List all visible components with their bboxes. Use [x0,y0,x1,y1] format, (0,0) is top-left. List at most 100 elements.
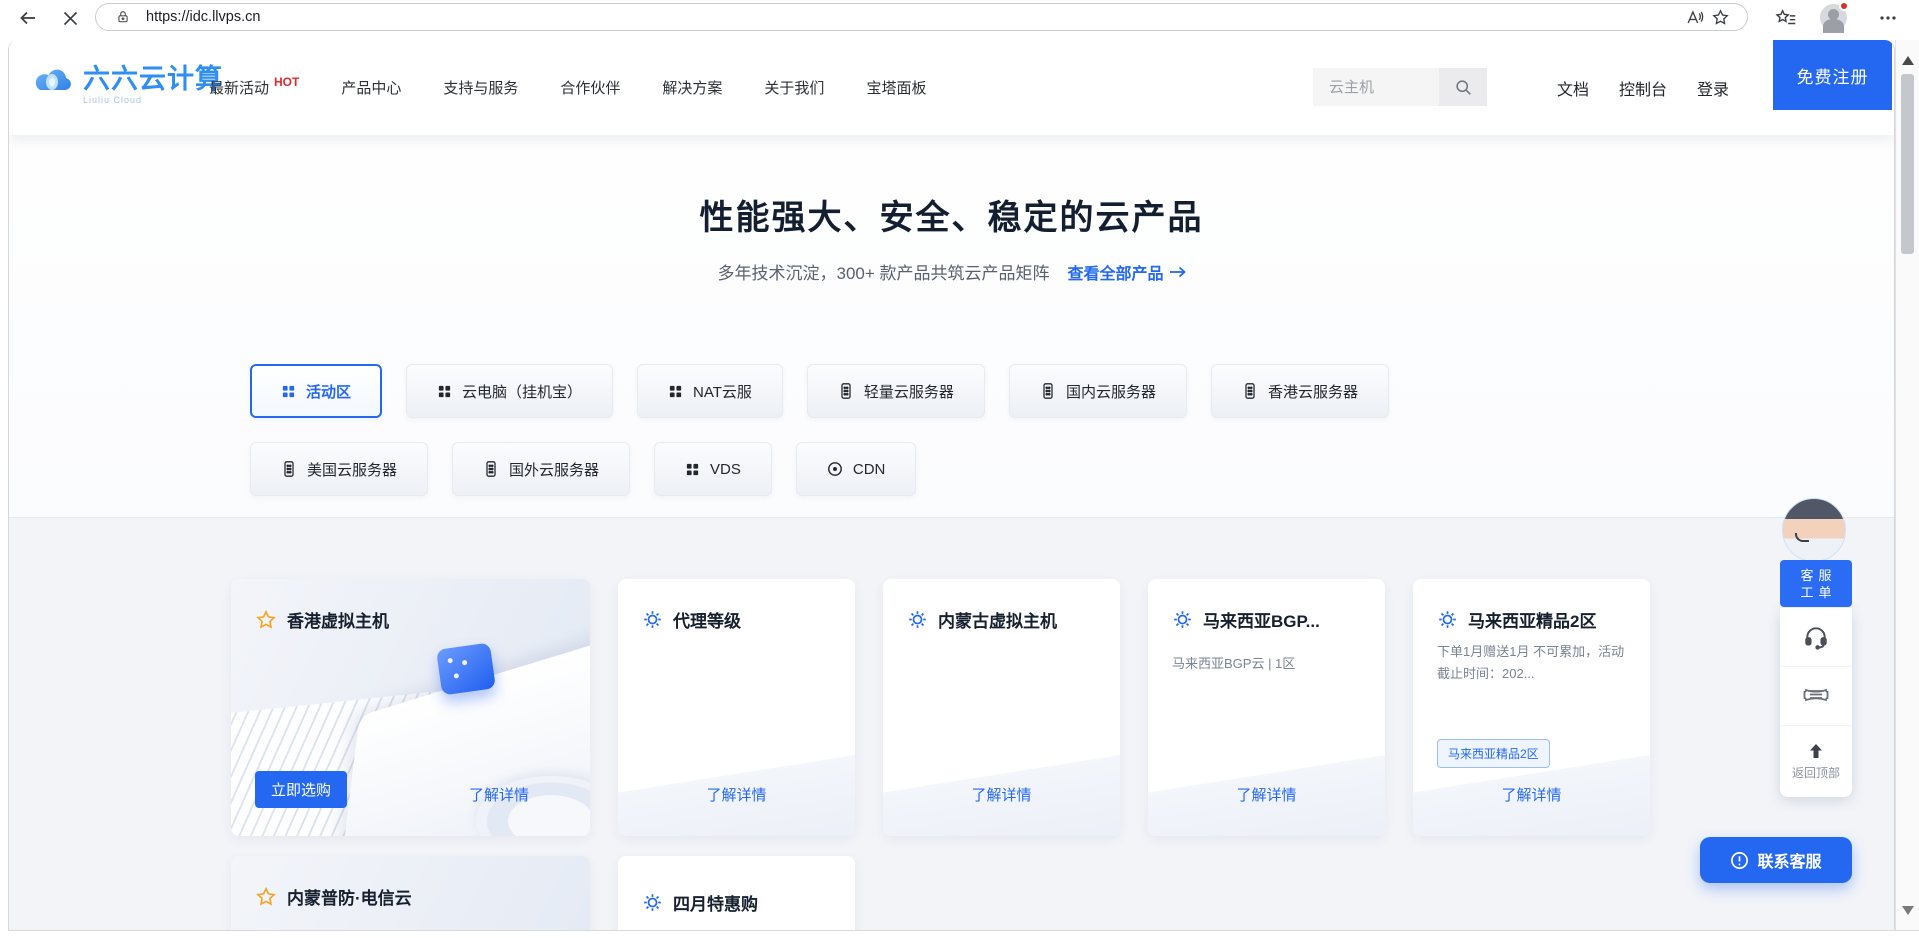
product-card-malaysia-bgp[interactable]: 马来西亚BGP... 马来西亚BGP云 | 1区 了解详情 [1148,579,1385,836]
tab-vds[interactable]: VDS [654,442,772,496]
lock-icon[interactable] [110,4,136,30]
read-aloud-icon[interactable] [1681,4,1707,30]
product-card-april-sale[interactable]: 四月特惠购 [618,856,855,930]
gear-icon [907,609,928,630]
search-button[interactable] [1439,68,1487,106]
headset-icon [1803,624,1829,650]
product-card-neimenggu-virtual-host[interactable]: 内蒙古虚拟主机 了解详情 [883,579,1120,836]
notification-dot [1839,1,1849,11]
details-link[interactable]: 了解详情 [618,784,855,805]
scroll-down-arrow[interactable] [1896,900,1919,920]
card-title: 代理等级 [673,607,741,632]
hero-section: 性能强大、安全、稳定的云产品 多年技术沉淀，300+ 款产品共筑云产品矩阵 查看… [9,135,1894,517]
site-logo[interactable]: 六六云计算 Liuliu Cloud [33,64,223,105]
search-input[interactable] [1313,68,1439,106]
tab-cloud-pc[interactable]: 云电脑（挂机宝） [406,364,613,418]
tag-line-1: 客服 [1795,567,1836,584]
nav-item-products[interactable]: 产品中心 [341,77,401,98]
card-title: 马来西亚BGP... [1203,607,1320,632]
info-circle-icon [1730,851,1749,870]
product-card-malaysia-premium2[interactable]: 马来西亚精品2区 下单1月赠送1月 不可累加，活动截止时间：202... 马来西… [1413,579,1650,836]
nav-item-support[interactable]: 支持与服务 [443,77,518,98]
search-icon [1455,79,1472,96]
product-card-hk-virtual-host[interactable]: 香港虚拟主机 立即选购 了解详情 [231,579,590,836]
support-agent-avatar[interactable] [1782,498,1846,562]
header-quick-links: 文档 控制台 登录 [1557,40,1729,135]
view-all-products-link[interactable]: 查看全部产品 [1068,260,1186,284]
tab-overseas-cloud-server[interactable]: 国外云服务器 [452,442,630,496]
up-arrow-icon [1808,743,1824,759]
details-link[interactable]: 了解详情 [1148,784,1385,805]
card-title: 马来西亚精品2区 [1468,607,1596,632]
back-to-top-button[interactable]: 返回顶部 [1780,726,1852,797]
gear-icon [1172,609,1193,630]
browser-toolbar: https://idc.llvps.cn [0,0,1919,40]
scroll-up-arrow[interactable] [1896,50,1919,70]
customer-service-button[interactable] [1780,608,1852,667]
card-promo-tag[interactable]: 马来西亚精品2区 [1437,739,1550,768]
header-search [1313,68,1487,106]
tab-nat-cloud[interactable]: NAT云服 [637,364,783,418]
nav-item-solutions[interactable]: 解决方案 [662,77,722,98]
stop-button[interactable] [56,4,84,32]
browser-profile-avatar[interactable] [1820,4,1847,31]
gear-icon [642,892,663,913]
server-icon [1040,382,1056,400]
server-icon [281,460,297,478]
product-card-agent-level[interactable]: 代理等级 了解详情 [618,579,855,836]
work-order-button[interactable] [1780,667,1852,726]
tab-cdn[interactable]: CDN [796,442,917,496]
scrollbar-thumb[interactable] [1901,74,1914,254]
product-card-neimeng-telecom-cloud[interactable]: 内蒙普防·电信云 [231,856,590,930]
floating-toolbar: 返回顶部 [1780,608,1852,797]
site-header: 六六云计算 Liuliu Cloud 最新活动HOT 产品中心 支持与服务 合作… [9,40,1894,135]
browser-window: https://idc.llvps.cn 六六云计算 [0,0,1919,938]
service-ticket-tag[interactable]: 客服 工单 [1780,560,1852,607]
console-link[interactable]: 控制台 [1619,76,1667,100]
details-link[interactable]: 了解详情 [469,784,529,805]
nav-item-partners[interactable]: 合作伙伴 [560,77,620,98]
login-link[interactable]: 登录 [1697,76,1729,100]
back-button[interactable] [14,4,42,32]
nav-item-bt-panel[interactable]: 宝塔面板 [866,77,926,98]
contact-support-button[interactable]: 联系客服 [1700,837,1852,883]
grid-icon [281,384,296,399]
product-category-tabs: 活动区 云电脑（挂机宝） NAT云服 轻量云服务器 [250,364,1389,496]
card-title: 四月特惠购 [673,890,758,915]
buy-now-button[interactable]: 立即选购 [255,771,347,808]
main-nav: 最新活动HOT 产品中心 支持与服务 合作伙伴 解决方案 关于我们 宝塔面板 [209,40,926,135]
tab-us-cloud-server[interactable]: 美国云服务器 [250,442,428,496]
tab-activity-zone[interactable]: 活动区 [250,364,382,418]
details-link[interactable]: 了解详情 [883,784,1120,805]
favorite-star-icon[interactable] [1707,4,1733,30]
hot-badge: HOT [274,75,299,89]
url-text[interactable]: https://idc.llvps.cn [146,9,1681,25]
hero-subtitle: 多年技术沉淀，300+ 款产品共筑云产品矩阵 [717,259,1049,284]
back-arrow-icon [18,8,38,28]
address-bar[interactable]: https://idc.llvps.cn [95,3,1748,31]
ellipsis-icon [1879,9,1897,27]
card-title: 内蒙普防·电信云 [287,884,412,909]
star-icon [255,886,277,908]
tag-line-2: 工单 [1795,584,1836,601]
card-subtitle: 马来西亚BGP云 | 1区 [1172,653,1295,672]
card-description: 下单1月赠送1月 不可累加，活动截止时间：202... [1437,641,1628,685]
tab-hongkong-cloud-server[interactable]: 香港云服务器 [1211,364,1389,418]
favorites-bar-button[interactable] [1772,4,1800,32]
register-button[interactable]: 免费注册 [1773,40,1892,110]
vertical-scrollbar[interactable] [1895,40,1919,938]
cloud-logo-icon [33,64,75,98]
tab-light-cloud-server[interactable]: 轻量云服务器 [807,364,985,418]
server-icon [838,382,854,400]
web-page: 六六云计算 Liuliu Cloud 最新活动HOT 产品中心 支持与服务 合作… [8,40,1895,930]
details-link[interactable]: 了解详情 [1413,784,1650,805]
server-icon [483,460,499,478]
settings-more-button[interactable] [1874,4,1902,32]
tab-domestic-cloud-server[interactable]: 国内云服务器 [1009,364,1187,418]
window-bottom-edge [8,930,1919,938]
hero-title: 性能强大、安全、稳定的云产品 [9,135,1894,239]
nav-item-about[interactable]: 关于我们 [764,77,824,98]
nav-item-latest-activity[interactable]: 最新活动HOT [209,77,299,98]
docs-link[interactable]: 文档 [1557,76,1589,100]
grid-icon [685,462,700,477]
